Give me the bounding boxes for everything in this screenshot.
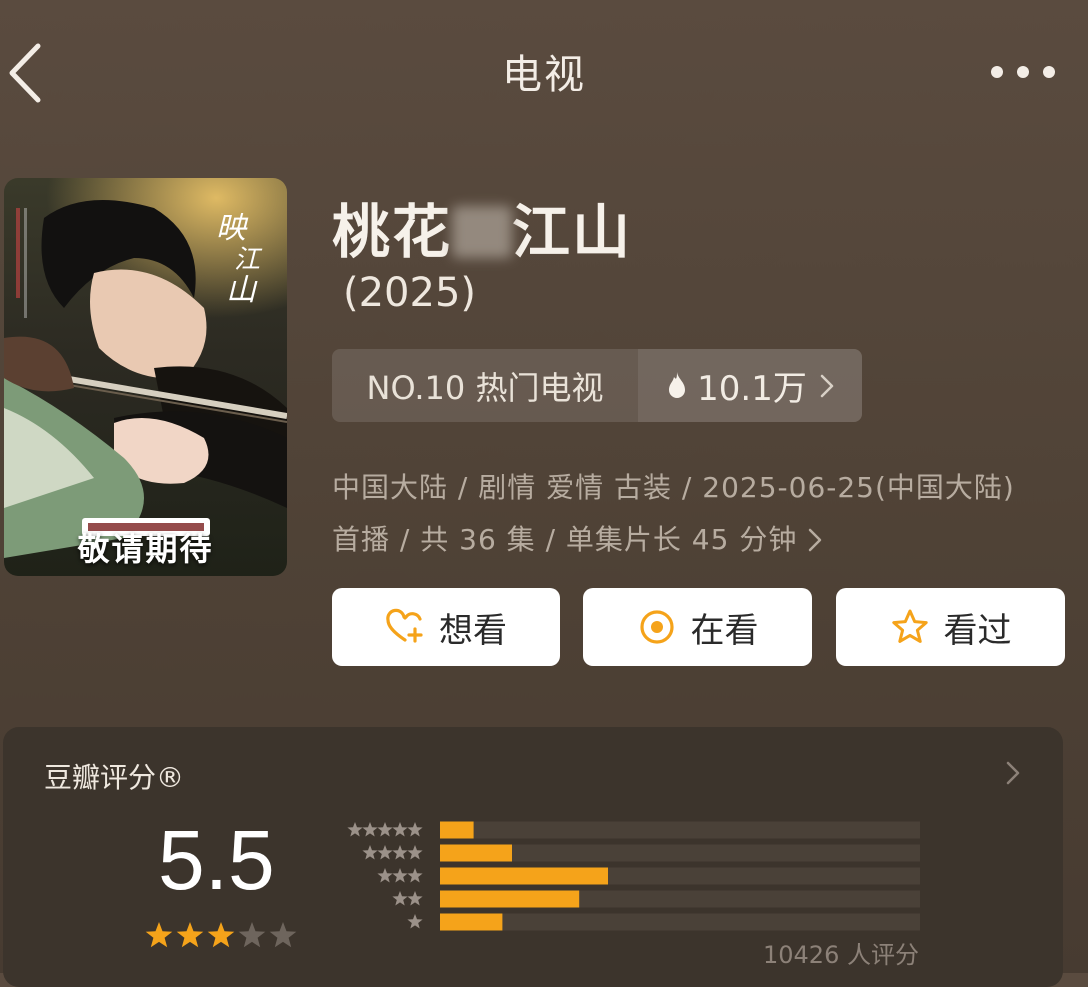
star-filled-icon [207, 922, 235, 948]
poster-cta-text: 敬请期待 [77, 530, 214, 568]
star-empty-icon [269, 922, 297, 948]
poster-image: 映 江 山 [4, 178, 287, 576]
show-meta[interactable]: 中国大陆 / 剧情 爱情 古装 / 2025-06-25(中国大陆) 首播 / … [332, 462, 1062, 566]
histogram-bar-1-star [440, 913, 503, 931]
histogram-bar-4-star [440, 844, 512, 862]
meta-line-1: 中国大陆 / 剧情 爱情 古装 / 2025-06-25(中国大陆) [332, 471, 1015, 504]
page-title: 电视 [502, 52, 586, 98]
histogram-star-icon [362, 822, 378, 837]
watched-label: 看过 [943, 610, 1012, 651]
heart-plus-icon [386, 608, 423, 643]
meta-line-2-wrap: 首播 / 共 36 集 / 单集片长 45 分钟 [332, 514, 1062, 566]
histogram-bar-3-star [440, 867, 608, 885]
histogram-track [440, 913, 920, 931]
histogram-star-icon [347, 822, 363, 837]
histogram-star-icon [362, 845, 378, 860]
histogram-bar-2-star [440, 890, 580, 908]
title-blur-mask [452, 206, 513, 258]
show-title-part1: 桃花 [332, 198, 453, 266]
rating-label: 豆瓣评分® [44, 761, 185, 794]
histogram-star-icon [392, 891, 408, 906]
watching-button[interactable]: 在看 [583, 588, 812, 666]
poster[interactable]: 映 江 山 敬请期待 [4, 178, 287, 576]
histogram-star-icon [407, 845, 423, 860]
flame-icon [669, 371, 686, 398]
meta-line-2: 首播 / 共 36 集 / 单集片长 45 分钟 [332, 523, 798, 556]
watching-label: 在看 [690, 610, 759, 651]
svg-text:江: 江 [234, 245, 263, 275]
chevron-right-icon [809, 528, 822, 552]
watched-button[interactable]: 看过 [836, 588, 1065, 666]
histogram-star-icon [392, 845, 408, 860]
show-title: 桃花 江山 [332, 185, 632, 269]
show-year: (2025) [343, 270, 477, 316]
histogram-star-icon [392, 868, 408, 883]
histogram-star-icon [407, 914, 423, 929]
rating-score: 5.5 [158, 813, 275, 907]
star-filled-icon [176, 922, 204, 948]
histogram-star-icon [377, 822, 393, 837]
star-empty-icon [238, 922, 266, 948]
want-to-watch-button[interactable]: 想看 [332, 588, 560, 666]
histogram-star-icon [377, 845, 393, 860]
rank-label: NO.10 热门电视 [366, 368, 604, 407]
histogram-bar-5-star [440, 821, 474, 839]
chevron-right-icon [820, 374, 834, 397]
show-title-part2: 江山 [512, 198, 633, 266]
rating-stars [145, 922, 297, 948]
more-button[interactable] [985, 55, 1061, 89]
star-filled-icon [145, 922, 173, 948]
want-to-watch-label: 想看 [439, 610, 507, 651]
histogram-star-icon [407, 868, 423, 883]
histogram-star-icon [392, 822, 408, 837]
rating-distribution [347, 821, 920, 931]
target-icon [639, 610, 674, 644]
svg-text:映: 映 [216, 211, 249, 246]
rank-badge[interactable]: NO.10 热门电视 10.1万 [332, 349, 862, 422]
rating-count: 10426 人评分 [763, 941, 919, 969]
histogram-star-icon [407, 891, 423, 906]
svg-text:山: 山 [226, 273, 258, 308]
more-horizontal-icon [991, 66, 1055, 78]
star-outline-icon [891, 609, 928, 643]
histogram-track [440, 821, 920, 839]
heat-value: 10.1万 [697, 369, 807, 409]
rating-detail-chevron[interactable] [1003, 758, 1023, 788]
heat-link[interactable]: 10.1万 [638, 349, 862, 422]
chevron-right-icon [1006, 761, 1020, 785]
histogram-star-icon [407, 822, 423, 837]
histogram-star-icon [377, 868, 393, 883]
